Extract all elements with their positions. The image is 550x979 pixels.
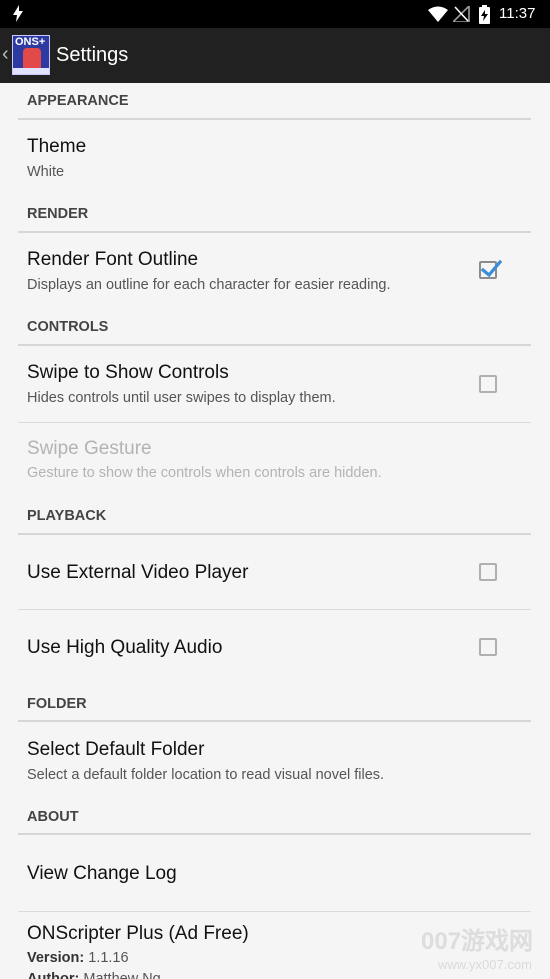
app-version: Version: 1.1.16 [27, 950, 129, 967]
pref-use-high-quality-audio[interactable]: Use High Quality Audio [18, 610, 531, 685]
app-author: Author: Matthew Ng [27, 971, 161, 979]
pref-swipe-gesture: Swipe Gesture Gesture to show the contro… [18, 423, 531, 498]
app-version-value: 1.1.16 [88, 950, 129, 966]
pref-swipe-to-show-controls-title: Swipe to Show Controls [27, 362, 229, 383]
section-title-appearance: APPEARANCE [27, 93, 129, 109]
pref-swipe-gesture-title: Swipe Gesture [27, 438, 152, 459]
pref-view-change-log[interactable]: View Change Log [18, 836, 531, 911]
pref-theme-title: Theme [27, 136, 87, 157]
pref-render-font-outline[interactable]: Render Font Outline Displays an outline … [18, 234, 531, 312]
app-bar: ‹ ONS+ Settings [0, 28, 550, 83]
swipe-to-show-controls-checkbox[interactable] [479, 375, 497, 393]
pref-view-change-log-title: View Change Log [27, 863, 177, 884]
checkmark-icon [480, 259, 502, 278]
pref-use-external-video-player[interactable]: Use External Video Player [18, 536, 531, 609]
use-external-video-player-checkbox[interactable] [479, 563, 497, 581]
no-signal-icon [453, 6, 470, 22]
pref-render-font-outline-title: Render Font Outline [27, 249, 199, 270]
pref-theme-summary: White [27, 164, 65, 180]
section-header-folder: FOLDER [18, 696, 531, 722]
app-logo[interactable]: ONS+ [12, 35, 50, 75]
section-title-controls: CONTROLS [27, 319, 109, 335]
app-author-value: Matthew Ng [83, 971, 161, 979]
section-header-playback: PLAYBACK [18, 508, 531, 535]
pref-theme[interactable]: Theme White [18, 121, 531, 199]
pref-swipe-gesture-summary: Gesture to show the controls when contro… [27, 465, 382, 481]
wifi-icon [428, 6, 448, 22]
status-bar: 11:37 [0, 0, 550, 28]
app-version-label: Version: [27, 950, 85, 966]
section-title-folder: FOLDER [27, 696, 87, 712]
section-header-render: RENDER [18, 206, 531, 233]
app-logo-floor [13, 68, 49, 74]
watermark-url: www.yx007.com [438, 957, 532, 972]
use-high-quality-audio-checkbox[interactable] [479, 638, 497, 656]
section-header-about: ABOUT [18, 809, 531, 835]
back-chevron-icon[interactable]: ‹ [2, 42, 9, 66]
app-info-title: ONScripter Plus (Ad Free) [27, 923, 249, 944]
watermark: 007游戏网 www.yx007.com [418, 928, 546, 974]
pref-render-font-outline-summary: Displays an outline for each character f… [27, 277, 391, 293]
battery-charging-icon [479, 5, 490, 24]
pref-select-default-folder-title: Select Default Folder [27, 739, 205, 760]
section-title-render: RENDER [27, 206, 89, 222]
status-time: 11:37 [499, 5, 536, 22]
section-title-about: ABOUT [27, 809, 79, 825]
section-title-playback: PLAYBACK [27, 508, 107, 524]
section-header-appearance: APPEARANCE [18, 93, 531, 120]
pref-use-high-quality-audio-title: Use High Quality Audio [27, 637, 223, 658]
app-author-label: Author: [27, 971, 80, 979]
pref-select-default-folder-summary: Select a default folder location to read… [27, 767, 385, 783]
pref-select-default-folder[interactable]: Select Default Folder Select a default f… [18, 723, 531, 801]
pref-swipe-to-show-controls-summary: Hides controls until user swipes to disp… [27, 390, 336, 406]
charging-bolt-icon [13, 5, 23, 22]
watermark-logo-text: 007游戏网 [421, 928, 534, 955]
section-header-controls: CONTROLS [18, 319, 531, 346]
app-logo-text: ONS+ [15, 36, 46, 48]
pref-swipe-to-show-controls[interactable]: Swipe to Show Controls Hides controls un… [18, 347, 531, 422]
page-title: Settings [56, 44, 129, 66]
pref-use-external-video-player-title: Use External Video Player [27, 562, 249, 583]
render-font-outline-checkbox[interactable] [479, 259, 502, 279]
